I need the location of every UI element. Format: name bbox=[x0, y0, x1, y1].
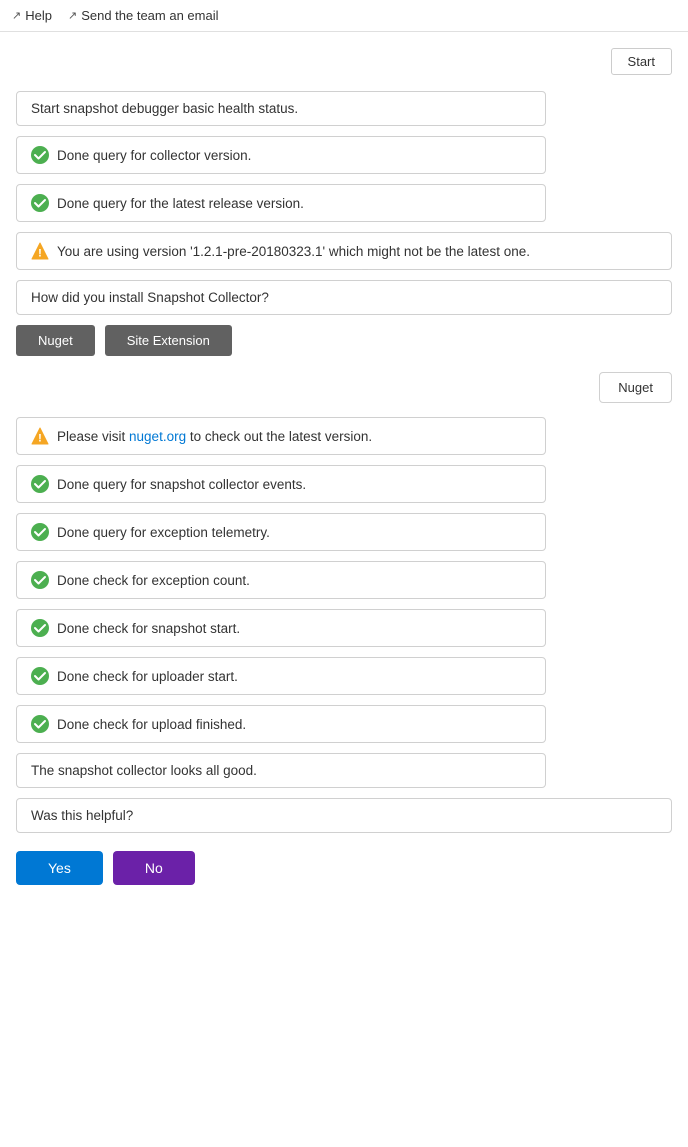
helpful-section: Was this helpful? bbox=[16, 798, 672, 833]
done-snapshot-events-text: Done query for snapshot collector events… bbox=[57, 477, 306, 492]
top-bar: ↗ Help ↗ Send the team an email bbox=[0, 0, 688, 32]
done-exception-telemetry-text: Done query for exception telemetry. bbox=[57, 525, 270, 540]
message-looks-good: The snapshot collector looks all good. bbox=[16, 753, 546, 788]
site-extension-button[interactable]: Site Extension bbox=[105, 325, 232, 356]
email-label: Send the team an email bbox=[81, 8, 218, 23]
nuget-visit-before: Please visit bbox=[57, 429, 129, 444]
done-upload-finished-text: Done check for upload finished. bbox=[57, 717, 246, 732]
done-snapshot-start-text: Done check for snapshot start. bbox=[57, 621, 240, 636]
done-exception-count-text: Done check for exception count. bbox=[57, 573, 250, 588]
svg-text:!: ! bbox=[38, 248, 42, 260]
message-done-exception-count: Done check for exception count. bbox=[16, 561, 546, 599]
warning-icon: ! bbox=[31, 242, 49, 260]
looks-good-text: The snapshot collector looks all good. bbox=[31, 763, 257, 778]
nuget-button[interactable]: Nuget bbox=[16, 325, 95, 356]
message-done-snapshot-events: Done query for snapshot collector events… bbox=[16, 465, 546, 503]
help-link[interactable]: ↗ Help bbox=[12, 8, 52, 23]
start-button-row: Start bbox=[16, 48, 672, 75]
message-nuget-visit: ! Please visit nuget.org to check out th… bbox=[16, 417, 546, 455]
message-done-collector-version: Done query for collector version. bbox=[16, 136, 546, 174]
email-link[interactable]: ↗ Send the team an email bbox=[68, 8, 219, 23]
install-button-row: Nuget Site Extension bbox=[16, 325, 672, 356]
nuget-org-link[interactable]: nuget.org bbox=[129, 429, 186, 444]
success-icon bbox=[31, 523, 49, 541]
message-done-exception-telemetry: Done query for exception telemetry. bbox=[16, 513, 546, 551]
main-content: Start Start snapshot debugger basic heal… bbox=[0, 32, 688, 901]
nuget-visit-after: to check out the latest version. bbox=[186, 429, 372, 444]
helpful-button-row: Yes No bbox=[16, 851, 672, 885]
done-uploader-start-text: Done check for uploader start. bbox=[57, 669, 238, 684]
version-warning-text: You are using version '1.2.1-pre-2018032… bbox=[57, 244, 530, 259]
success-icon bbox=[31, 571, 49, 589]
success-icon bbox=[31, 715, 49, 733]
help-label: Help bbox=[25, 8, 52, 23]
start-health-text: Start snapshot debugger basic health sta… bbox=[31, 101, 298, 116]
svg-text:!: ! bbox=[38, 433, 42, 445]
message-version-warning: ! You are using version '1.2.1-pre-20180… bbox=[16, 232, 672, 270]
no-button[interactable]: No bbox=[113, 851, 195, 885]
nuget-response-box: Nuget bbox=[599, 372, 672, 403]
message-done-snapshot-start: Done check for snapshot start. bbox=[16, 609, 546, 647]
install-question-text: How did you install Snapshot Collector? bbox=[31, 290, 269, 305]
warning-icon: ! bbox=[31, 427, 49, 445]
email-ext-icon: ↗ bbox=[68, 9, 77, 22]
success-icon bbox=[31, 619, 49, 637]
nuget-visit-text: Please visit nuget.org to check out the … bbox=[57, 429, 372, 444]
yes-button[interactable]: Yes bbox=[16, 851, 103, 885]
message-done-latest-release: Done query for the latest release versio… bbox=[16, 184, 546, 222]
success-icon bbox=[31, 475, 49, 493]
helpful-question: Was this helpful? bbox=[31, 808, 133, 823]
message-start-health: Start snapshot debugger basic health sta… bbox=[16, 91, 546, 126]
success-icon bbox=[31, 146, 49, 164]
message-done-upload-finished: Done check for upload finished. bbox=[16, 705, 546, 743]
success-icon bbox=[31, 667, 49, 685]
done-collector-version-text: Done query for collector version. bbox=[57, 148, 251, 163]
external-link-icon: ↗ bbox=[12, 9, 21, 22]
done-latest-release-text: Done query for the latest release versio… bbox=[57, 196, 304, 211]
start-button[interactable]: Start bbox=[611, 48, 672, 75]
message-done-uploader-start: Done check for uploader start. bbox=[16, 657, 546, 695]
message-install-question: How did you install Snapshot Collector? bbox=[16, 280, 672, 315]
nuget-response-row: Nuget bbox=[16, 372, 672, 403]
success-icon bbox=[31, 194, 49, 212]
